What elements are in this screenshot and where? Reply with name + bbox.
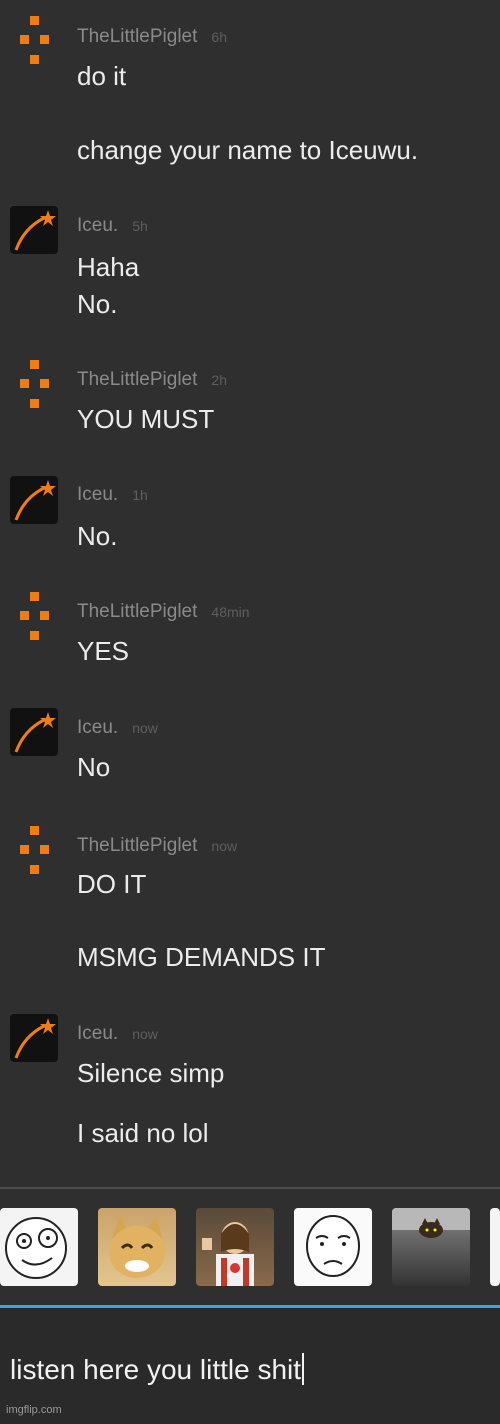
piglet-avatar-icon[interactable] bbox=[20, 16, 50, 66]
message-text: Silence simp bbox=[77, 1058, 225, 1088]
message-timestamp: now bbox=[132, 1026, 158, 1042]
star-avatar-icon[interactable] bbox=[10, 476, 58, 524]
watermark: imgflip.com bbox=[6, 1404, 62, 1416]
message-timestamp: now bbox=[211, 838, 238, 854]
message-timestamp: now bbox=[132, 720, 158, 736]
cat-sticker[interactable] bbox=[98, 1208, 176, 1286]
message-text: change your name to Iceuwu. bbox=[77, 135, 419, 165]
piglet-avatar-icon[interactable] bbox=[20, 592, 50, 642]
message-username[interactable]: Iceu. bbox=[77, 717, 118, 738]
star-avatar-icon[interactable] bbox=[10, 206, 58, 254]
message-text: YOU MUST bbox=[77, 404, 215, 434]
message-username[interactable]: Iceu. bbox=[77, 215, 118, 236]
message-text: MSMG DEMANDS IT bbox=[77, 942, 326, 972]
piglet-avatar-icon[interactable] bbox=[20, 826, 50, 876]
star-avatar-icon[interactable] bbox=[10, 708, 58, 756]
message-timestamp: 1h bbox=[132, 487, 148, 503]
message-input-text[interactable]: listen here you little shit bbox=[10, 1354, 301, 1385]
message-text: No. bbox=[77, 521, 118, 551]
message-text: No bbox=[77, 752, 111, 782]
message-text: No. bbox=[77, 289, 118, 319]
star-avatar-icon[interactable] bbox=[10, 1014, 58, 1062]
message-username[interactable]: Iceu. bbox=[77, 1023, 118, 1044]
message-username[interactable]: TheLittlePiglet bbox=[77, 369, 197, 390]
message-text: DO IT bbox=[77, 869, 147, 899]
okay-face-sticker[interactable] bbox=[294, 1208, 372, 1286]
message-text: I said no lol bbox=[77, 1118, 209, 1148]
rage-face-sticker[interactable] bbox=[0, 1208, 78, 1286]
message-timestamp: 5h bbox=[132, 218, 148, 234]
message-input[interactable]: listen here you little shit bbox=[0, 1305, 500, 1424]
sticker-tray bbox=[0, 1187, 500, 1307]
text-caret bbox=[302, 1353, 305, 1385]
partial-sticker[interactable] bbox=[490, 1208, 500, 1286]
message-timestamp: 2h bbox=[211, 372, 227, 388]
ceiling-cat-sticker[interactable] bbox=[392, 1208, 470, 1286]
message-timestamp: 6h bbox=[211, 29, 227, 45]
message-username[interactable]: Iceu. bbox=[77, 484, 118, 505]
piglet-avatar-icon[interactable] bbox=[20, 360, 50, 410]
message-text: do it bbox=[77, 61, 127, 91]
message-timestamp: 48min bbox=[211, 604, 250, 620]
message-text: Haha bbox=[77, 252, 140, 282]
message-username[interactable]: TheLittlePiglet bbox=[77, 26, 197, 47]
buddy-christ-sticker[interactable] bbox=[196, 1208, 274, 1286]
message-text: YES bbox=[77, 636, 130, 666]
message-username[interactable]: TheLittlePiglet bbox=[77, 835, 197, 856]
message-username[interactable]: TheLittlePiglet bbox=[77, 601, 197, 622]
